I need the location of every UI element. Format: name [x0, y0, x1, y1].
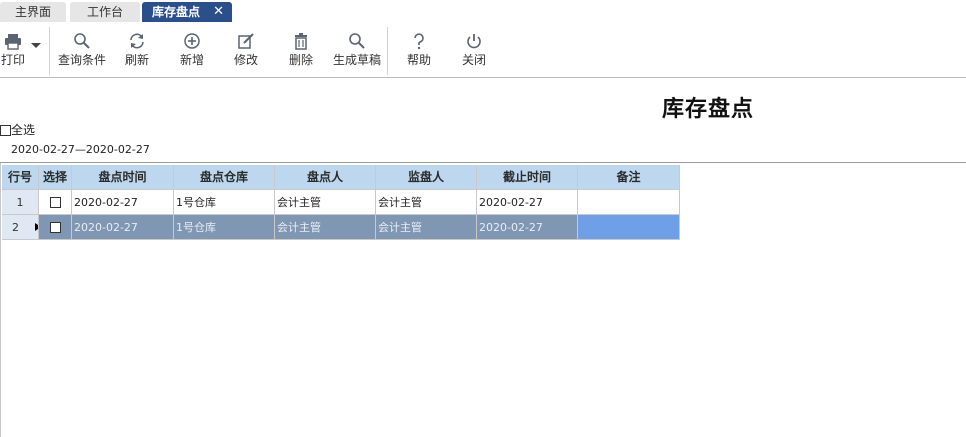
- generate-draft-button[interactable]: 生成草稿: [331, 25, 383, 75]
- print-button[interactable]: 打印: [0, 25, 26, 75]
- delete-label: 删除: [288, 53, 313, 67]
- table-row[interactable]: 1 2020-02-27 1号仓库 会计主管 会计主管 2020-02-27: [2, 190, 680, 215]
- counter-cell[interactable]: 会计主管: [275, 215, 376, 240]
- select-all[interactable]: 全选: [0, 122, 35, 138]
- close-label: 关闭: [461, 53, 486, 67]
- add-circle-icon: [175, 25, 209, 53]
- toolbar-divider: [387, 27, 388, 75]
- row-number: 1: [2, 190, 39, 215]
- deadline-cell[interactable]: 2020-02-27: [477, 215, 578, 240]
- count-time-cell[interactable]: 2020-02-27: [72, 215, 174, 240]
- edit-label: 修改: [233, 53, 258, 67]
- toolbar-divider: [49, 27, 50, 75]
- print-label: 打印: [0, 53, 25, 67]
- note-cell[interactable]: [578, 215, 680, 240]
- edit-icon: [229, 25, 263, 53]
- generate-draft-label: 生成草稿: [332, 53, 381, 67]
- supervisor-cell[interactable]: 会计主管: [376, 215, 477, 240]
- column-header-supervisor[interactable]: 监盘人: [376, 165, 477, 190]
- query-button[interactable]: 查询条件: [55, 25, 109, 75]
- divider: [0, 162, 966, 163]
- refresh-button[interactable]: 刷新: [120, 25, 154, 75]
- row-checkbox[interactable]: [49, 222, 61, 233]
- counter-cell[interactable]: 会计主管: [275, 190, 376, 215]
- note-cell[interactable]: [578, 190, 680, 215]
- tab-workbench-label: 工作台: [86, 5, 123, 19]
- select-all-checkbox[interactable]: [0, 125, 11, 136]
- column-header-counter[interactable]: 盘点人: [275, 165, 376, 190]
- help-label: 帮助: [406, 53, 431, 67]
- count-time-cell[interactable]: 2020-02-27: [72, 190, 174, 215]
- search-icon: [331, 25, 383, 53]
- tab-main[interactable]: 主界面: [0, 2, 66, 22]
- help-icon: [402, 25, 436, 53]
- add-label: 新增: [179, 53, 204, 67]
- table-row[interactable]: 2 2020-02-27 1号仓库 会计主管 会计主管 2020-02-27: [2, 215, 680, 240]
- add-button[interactable]: 新增: [175, 25, 209, 75]
- column-header-select[interactable]: 选择: [39, 165, 72, 190]
- column-header-deadline[interactable]: 截止时间: [477, 165, 578, 190]
- left-border: [0, 163, 1, 437]
- column-header-warehouse[interactable]: 盘点仓库: [174, 165, 275, 190]
- search-icon: [55, 25, 109, 53]
- close-button[interactable]: 关闭: [457, 25, 491, 75]
- toolbar: 打印 查询条件 刷新 新增 修改 删除 生成草稿 帮助 关闭: [0, 23, 966, 78]
- delete-button[interactable]: 删除: [284, 25, 318, 75]
- warehouse-cell[interactable]: 1号仓库: [174, 215, 275, 240]
- select-all-label: 全选: [11, 123, 36, 137]
- trash-icon: [284, 25, 318, 53]
- row-number-value: 2: [12, 221, 19, 234]
- row-number: 2: [2, 215, 39, 240]
- supervisor-cell[interactable]: 会计主管: [376, 190, 477, 215]
- dropdown-arrow-icon[interactable]: [31, 43, 41, 48]
- close-icon[interactable]: ✕: [213, 2, 224, 22]
- query-label: 查询条件: [57, 53, 106, 67]
- power-icon: [457, 25, 491, 53]
- printer-icon: [0, 25, 26, 53]
- refresh-label: 刷新: [124, 53, 149, 67]
- help-button[interactable]: 帮助: [402, 25, 436, 75]
- column-header-row-number[interactable]: 行号: [2, 165, 39, 190]
- page-title: 库存盘点: [662, 96, 755, 122]
- refresh-icon: [120, 25, 154, 53]
- tab-main-label: 主界面: [14, 5, 51, 19]
- column-header-note[interactable]: 备注: [578, 165, 680, 190]
- tab-bar: 主界面 工作台 库存盘点 ✕: [0, 0, 966, 23]
- row-checkbox[interactable]: [49, 197, 61, 208]
- deadline-cell[interactable]: 2020-02-27: [477, 190, 578, 215]
- row-select-cell[interactable]: [39, 190, 72, 215]
- table-header: 行号 选择 盘点时间 盘点仓库 盘点人 监盘人 截止时间 备注: [2, 165, 680, 190]
- edit-button[interactable]: 修改: [229, 25, 263, 75]
- tab-inventory-count-label: 库存盘点: [152, 5, 201, 19]
- date-range: 2020-02-27—2020-02-27: [11, 143, 150, 156]
- column-header-count-time[interactable]: 盘点时间: [72, 165, 174, 190]
- row-select-cell[interactable]: [39, 215, 72, 240]
- warehouse-cell[interactable]: 1号仓库: [174, 190, 275, 215]
- tab-inventory-count[interactable]: 库存盘点 ✕: [142, 2, 232, 22]
- tab-workbench[interactable]: 工作台: [70, 2, 140, 22]
